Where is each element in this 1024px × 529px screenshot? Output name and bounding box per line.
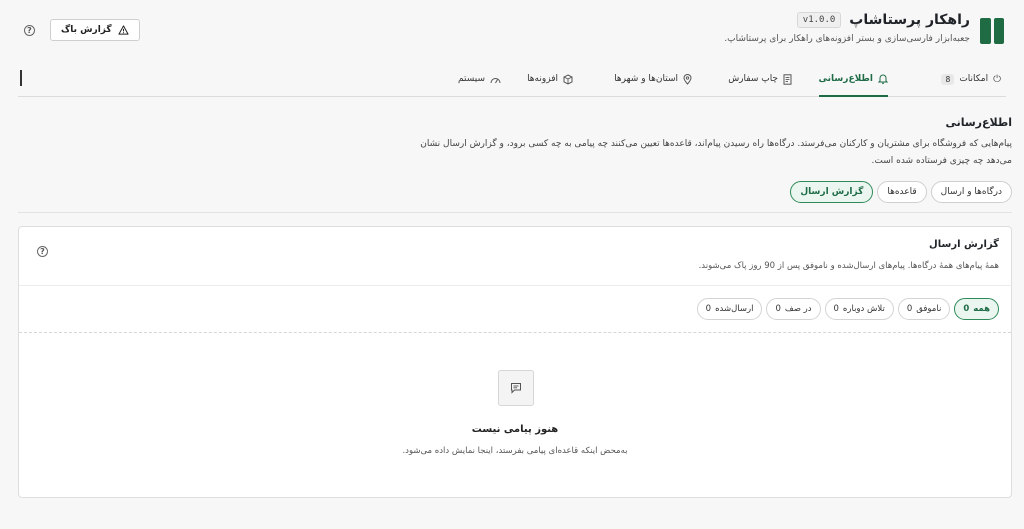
filter-count: 0: [963, 304, 970, 314]
subtab-gateways[interactable]: درگاه‌ها و ارسال: [930, 181, 1012, 203]
filter-label: در صف: [784, 304, 812, 314]
tab-provinces-cities[interactable]: استان‌ها و شهرها: [614, 62, 692, 96]
tabs-scroll-handle[interactable]: [20, 70, 22, 86]
version-badge: v1.0.0: [796, 12, 842, 28]
filter-label: ارسال‌شده: [715, 304, 754, 314]
filter-count: 0: [705, 304, 712, 314]
map-pin-icon: [683, 73, 692, 85]
gauge-icon: [490, 77, 501, 83]
brand: راهکار پرستاشاپ v1.0.0 جعبه‌ابزار فارسی‌…: [724, 12, 970, 44]
tab-label: سیستم: [458, 74, 485, 84]
divider: [19, 285, 1011, 286]
empty-state-subtitle: به‌محض اینکه قاعده‌ای پیامی بفرستد، اینج…: [402, 446, 628, 456]
warning-icon: [118, 25, 129, 35]
section-description: پیام‌هایی که فروشگاه برای مشتریان و کارک…: [420, 139, 1012, 166]
tab-label: افزونه‌ها: [527, 74, 558, 84]
tab-system[interactable]: سیستم: [458, 62, 501, 96]
bug-report-button[interactable]: گزارش باگ: [50, 19, 140, 41]
empty-state-title: هنوز پیامی نیست: [471, 424, 559, 435]
app-title: راهکار پرستاشاپ: [849, 12, 970, 28]
app-logo: [980, 18, 1004, 44]
filter-sent[interactable]: ارسال‌شده 0: [696, 298, 763, 320]
sub-tabs: درگاه‌ها و ارسال قاعده‌ها گزارش ارسال: [790, 181, 1012, 203]
filter-failed[interactable]: ناموفق 0: [897, 298, 951, 320]
tab-count-badge: 8: [941, 73, 955, 85]
main-tabs: ⏻ امکانات 8 اطلاع‌رسانی چاپ سفارش استان‌…: [18, 62, 1006, 97]
card-description: همهٔ پیام‌های همهٔ درگاه‌ها. پیام‌های ار…: [698, 261, 999, 271]
power-icon: ⏻: [993, 73, 1001, 85]
app-root: راهکار پرستاشاپ v1.0.0 جعبه‌ابزار فارسی‌…: [0, 0, 1024, 529]
bell-icon: [878, 74, 888, 84]
section-title: اطلاع‌رسانی: [945, 116, 1012, 129]
tab-label: امکانات: [959, 74, 989, 84]
filter-count: 0: [833, 304, 839, 314]
divider: [18, 212, 1012, 213]
help-icon[interactable]: ?: [37, 246, 48, 257]
cube-icon: [563, 73, 573, 85]
bug-report-label: گزارش باگ: [61, 25, 112, 35]
filter-all[interactable]: همه 0: [954, 298, 999, 320]
filter-count: 0: [906, 304, 913, 314]
filter-label: تلاش دوباره: [842, 304, 885, 314]
empty-state: هنوز پیامی نیست به‌محض اینکه قاعده‌ای پی…: [19, 332, 1011, 497]
tab-addons[interactable]: افزونه‌ها: [527, 62, 573, 96]
tab-label: چاپ سفارش: [728, 74, 778, 84]
tab-label: استان‌ها و شهرها: [614, 74, 678, 84]
filter-count: 0: [775, 304, 781, 314]
tab-label: اطلاع‌رسانی: [818, 73, 873, 84]
document-icon: [783, 73, 792, 85]
app-subtitle: جعبه‌ابزار فارسی‌سازی و بستر افزونه‌های …: [724, 34, 970, 44]
filter-label: همه: [973, 304, 990, 314]
tab-notifications[interactable]: اطلاع‌رسانی: [818, 62, 888, 97]
tab-print-order[interactable]: چاپ سفارش: [728, 62, 792, 96]
tab-features[interactable]: ⏻ امکانات 8: [941, 62, 1001, 96]
filter-retry[interactable]: تلاش دوباره 0: [824, 298, 894, 320]
filter-queued[interactable]: در صف 0: [766, 298, 821, 320]
help-icon[interactable]: ?: [24, 25, 35, 36]
filter-label: ناموفق: [916, 304, 942, 314]
subtab-send-log[interactable]: گزارش ارسال: [790, 181, 874, 203]
message-icon: [498, 370, 534, 406]
header: راهکار پرستاشاپ v1.0.0 جعبه‌ابزار فارسی‌…: [20, 12, 1004, 52]
card-title: گزارش ارسال: [929, 239, 999, 250]
send-log-card: گزارش ارسال همهٔ پیام‌های همهٔ درگاه‌ها.…: [18, 226, 1012, 498]
status-filters: همه 0 ناموفق 0 تلاش دوباره 0 در صف 0 ارس…: [696, 298, 999, 320]
subtab-rules[interactable]: قاعده‌ها: [877, 181, 927, 203]
